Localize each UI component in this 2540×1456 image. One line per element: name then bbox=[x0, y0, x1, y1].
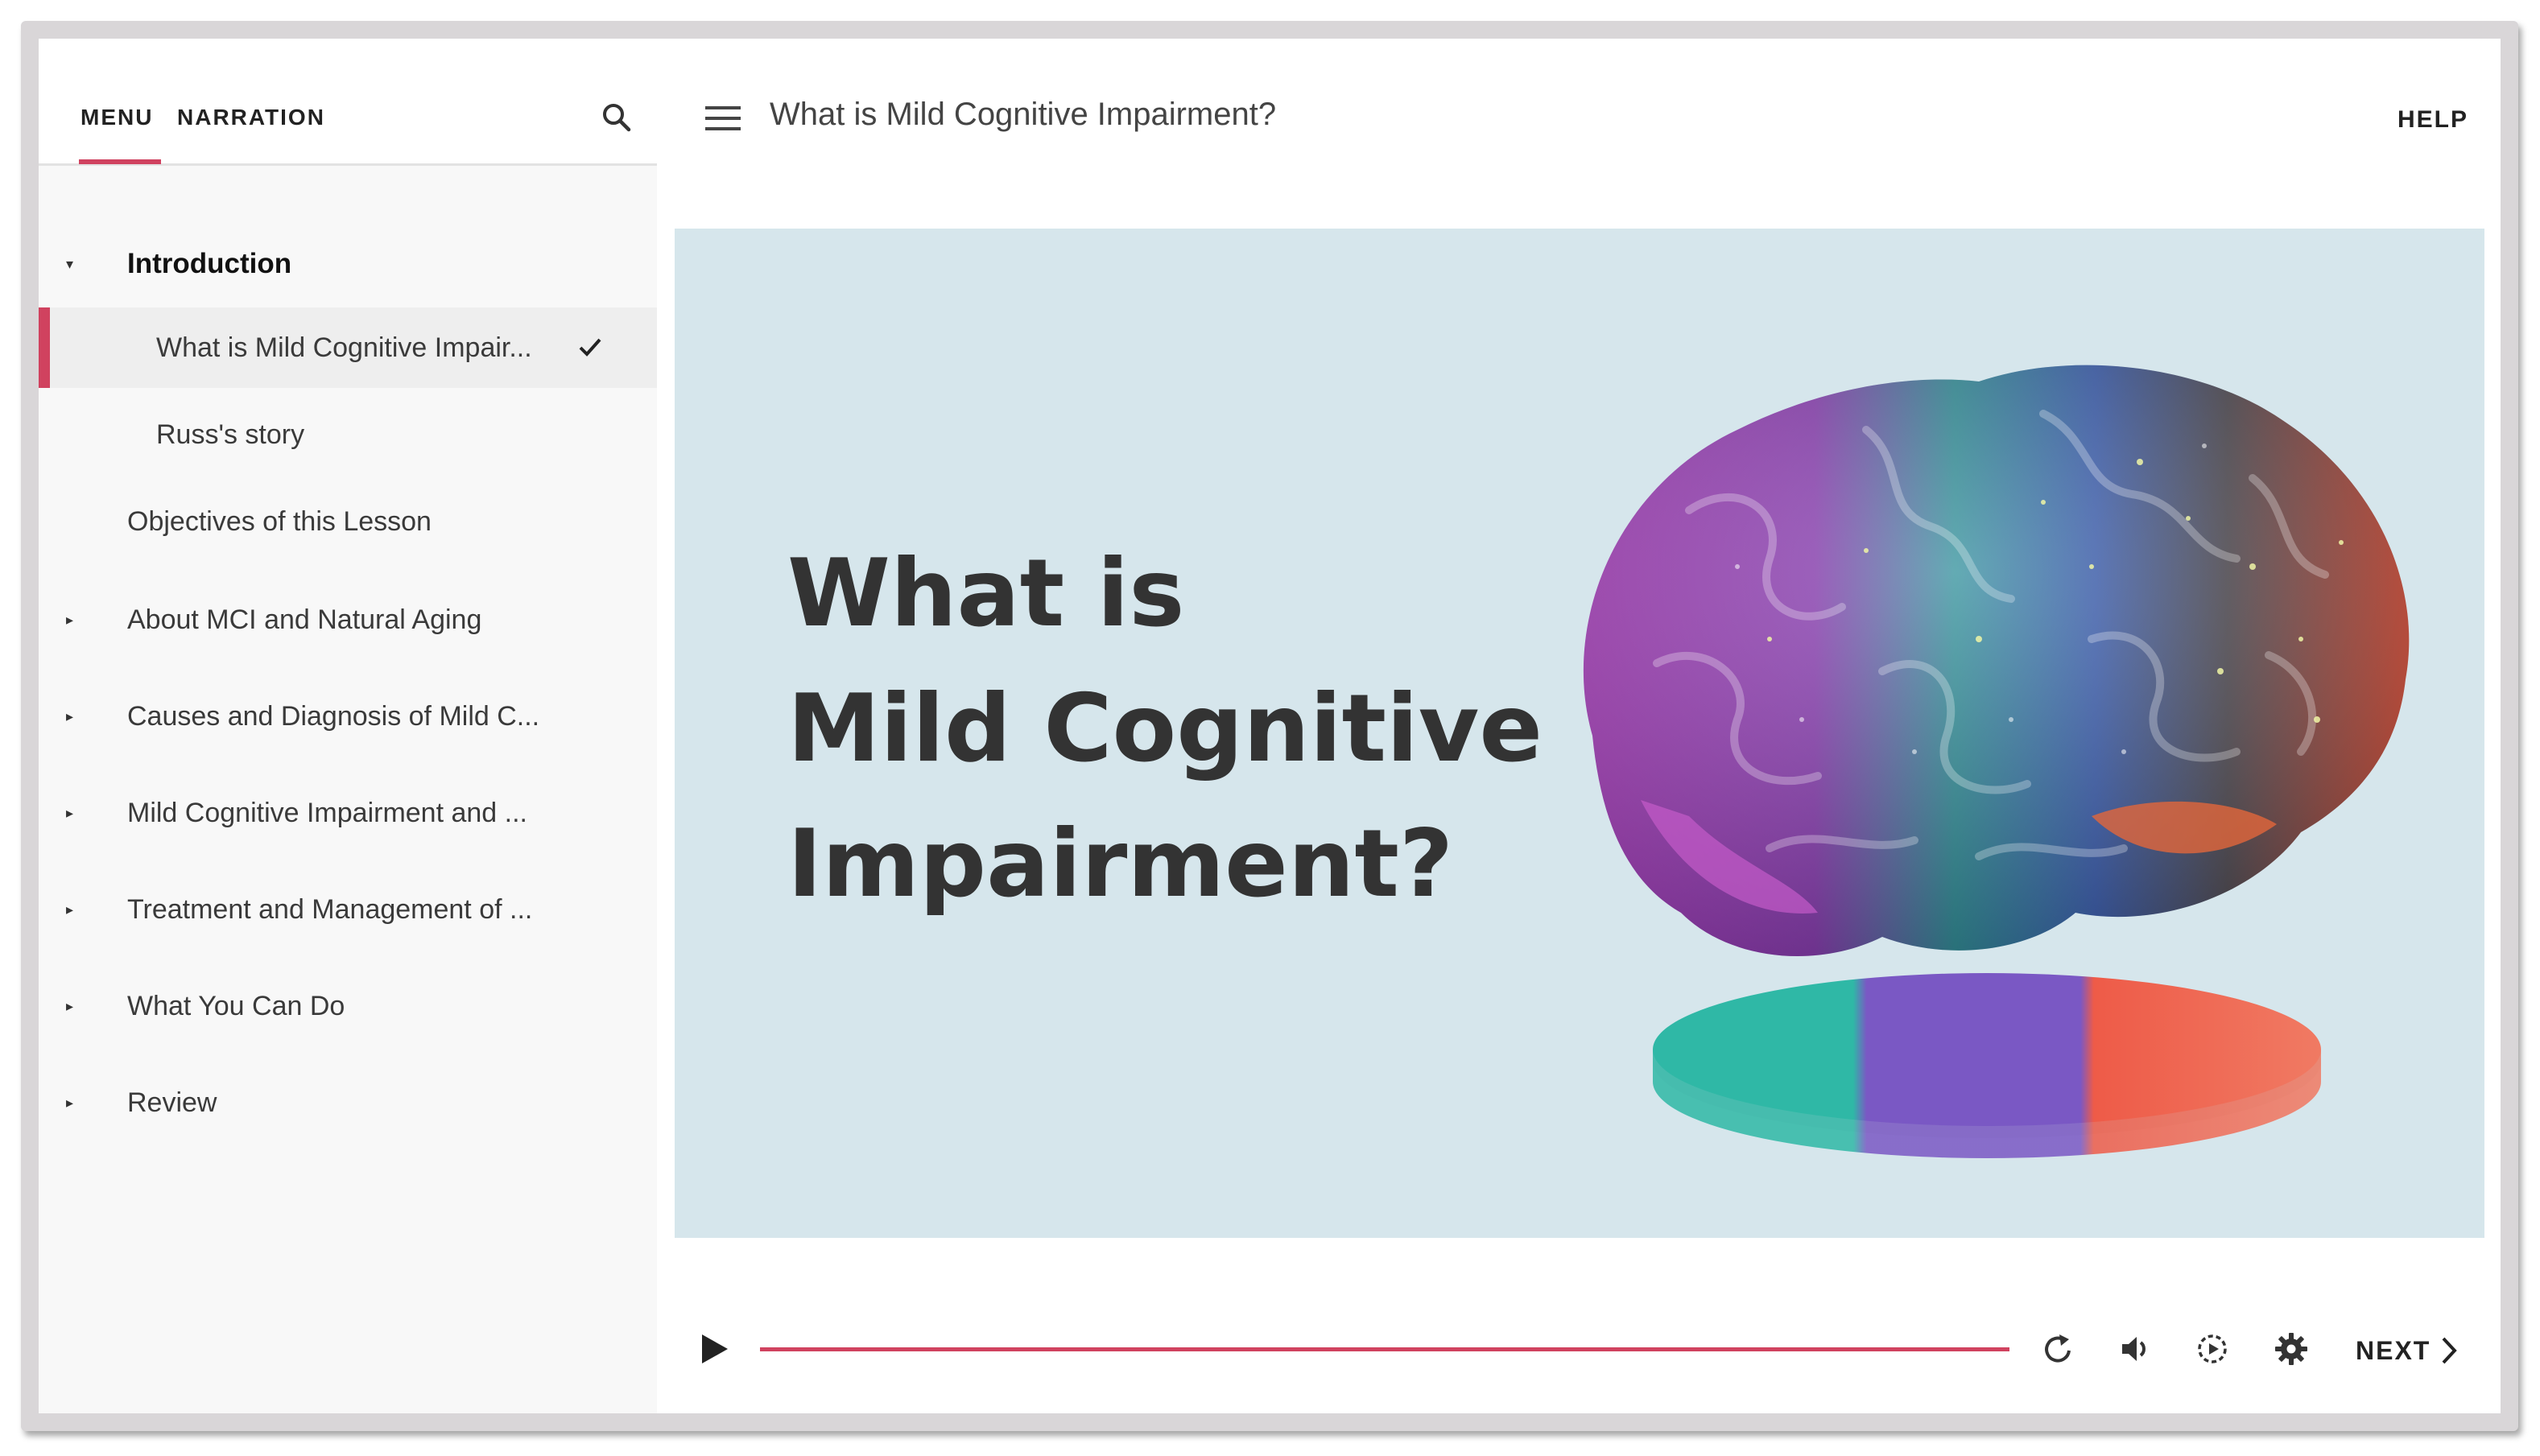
menu-item-label: Objectives of this Lesson bbox=[127, 505, 432, 537]
menu-item-label: What You Can Do bbox=[127, 990, 345, 1021]
active-tab-indicator bbox=[79, 159, 161, 164]
menu-section-causes-diagnosis[interactable]: ▸ Causes and Diagnosis of Mild C... bbox=[39, 676, 657, 757]
caret-right-icon: ▸ bbox=[66, 612, 74, 628]
volume-icon[interactable] bbox=[2117, 1331, 2153, 1367]
play-icon[interactable] bbox=[696, 1331, 731, 1367]
media-player-bar: NEXT bbox=[657, 1310, 2501, 1407]
menu-section-review[interactable]: ▸ Review bbox=[39, 1062, 657, 1143]
caret-down-icon: ▾ bbox=[66, 256, 74, 272]
caret-right-icon: ▸ bbox=[66, 1095, 74, 1111]
next-label: NEXT bbox=[2356, 1335, 2431, 1365]
menu-section-introduction[interactable]: ▾ Introduction bbox=[39, 224, 657, 304]
help-button[interactable]: HELP bbox=[2398, 106, 2468, 134]
main-content: What is Mild Cognitive Impairment? HELP … bbox=[657, 39, 2501, 1413]
progress-fill bbox=[760, 1347, 2009, 1351]
brain-illustration bbox=[1583, 365, 2410, 1158]
lesson-title: What is Mild Cognitive Impairment? bbox=[770, 97, 1277, 132]
caret-right-icon: ▸ bbox=[66, 708, 74, 724]
chevron-right-icon bbox=[2442, 1337, 2458, 1364]
slide-heading-line: Impairment? bbox=[787, 810, 1454, 918]
tab-menu[interactable]: MENU bbox=[81, 105, 153, 130]
menu-item-label: Treatment and Management of ... bbox=[127, 893, 533, 925]
menu-item-what-is-mci[interactable]: What is Mild Cognitive Impair... bbox=[39, 307, 657, 388]
caret-right-icon: ▸ bbox=[66, 901, 74, 918]
progress-bar[interactable] bbox=[760, 1347, 2009, 1351]
slide-heading-line: Mild Cognitive bbox=[787, 674, 1543, 783]
slide-heading-line: What is bbox=[787, 539, 1185, 648]
menu-item-label: Russ's story bbox=[156, 419, 305, 450]
menu-section-mci-and[interactable]: ▸ Mild Cognitive Impairment and ... bbox=[39, 773, 657, 853]
menu-item-label: Introduction bbox=[127, 248, 292, 279]
gear-icon[interactable] bbox=[2274, 1331, 2309, 1367]
sidebar-header: MENU NARRATION bbox=[39, 39, 657, 166]
app-window: MENU NARRATION ▾ Introduction What is Mi… bbox=[21, 21, 2518, 1431]
menu-item-label: Causes and Diagnosis of Mild C... bbox=[127, 700, 540, 732]
menu-item-label: What is Mild Cognitive Impair... bbox=[156, 332, 532, 363]
menu-item-russ-story[interactable]: Russ's story bbox=[39, 394, 657, 475]
menu-section-what-you-can-do[interactable]: ▸ What You Can Do bbox=[39, 966, 657, 1046]
menu-item-label: Mild Cognitive Impairment and ... bbox=[127, 797, 527, 828]
slide-heading: What is Mild Cognitive Impairment? bbox=[787, 526, 1592, 932]
replay-icon[interactable] bbox=[2040, 1331, 2075, 1367]
caret-right-icon: ▸ bbox=[66, 805, 74, 821]
menu-section-treatment[interactable]: ▸ Treatment and Management of ... bbox=[39, 869, 657, 950]
playback-speed-icon[interactable] bbox=[2195, 1331, 2230, 1367]
menu-item-label: Review bbox=[127, 1087, 217, 1118]
caret-right-icon: ▸ bbox=[66, 998, 74, 1014]
tab-narration[interactable]: NARRATION bbox=[177, 105, 325, 130]
menu-item-label: About MCI and Natural Aging bbox=[127, 604, 482, 635]
hamburger-icon[interactable] bbox=[705, 106, 741, 134]
next-button[interactable]: NEXT bbox=[2356, 1334, 2458, 1367]
slide-canvas: What is Mild Cognitive Impairment? bbox=[675, 229, 2484, 1238]
menu-item-objectives[interactable]: Objectives of this Lesson bbox=[39, 481, 657, 562]
sidebar: MENU NARRATION ▾ Introduction What is Mi… bbox=[39, 39, 657, 1413]
menu-section-about-mci[interactable]: ▸ About MCI and Natural Aging bbox=[39, 580, 657, 660]
search-icon[interactable] bbox=[601, 101, 633, 134]
check-icon bbox=[579, 338, 601, 357]
